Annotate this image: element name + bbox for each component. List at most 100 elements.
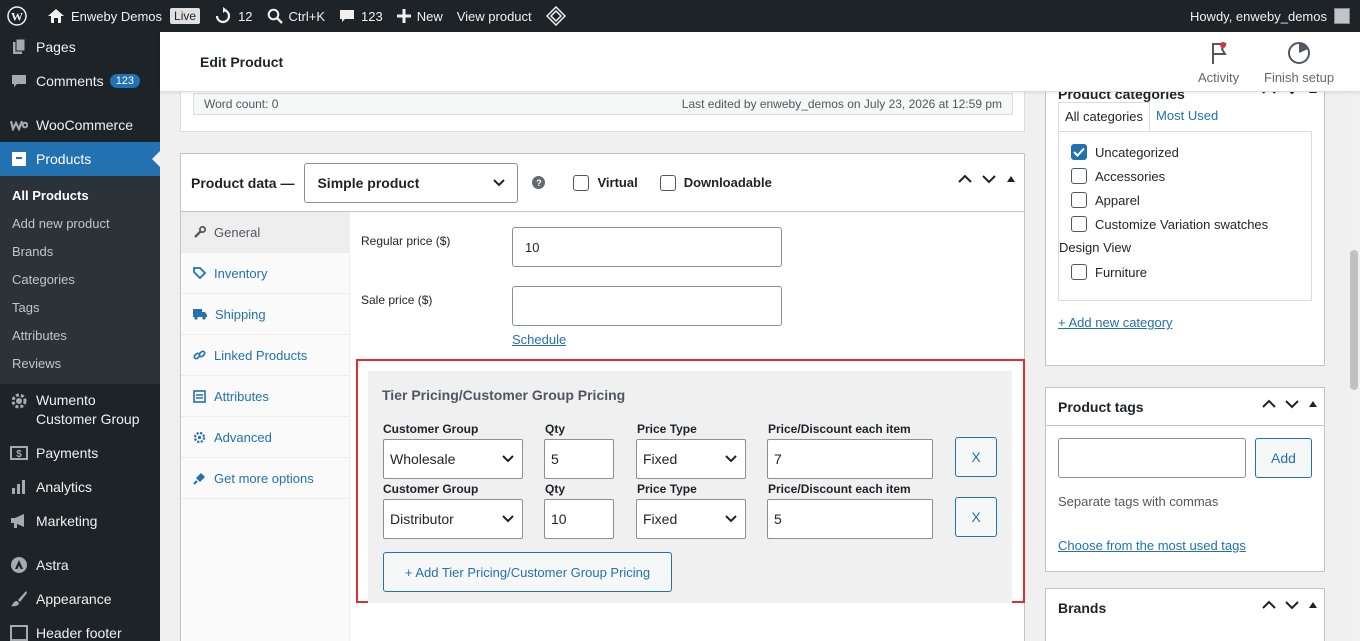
price-type-label: Price Type [637, 482, 697, 496]
tab-get-more-options[interactable]: Get more options [181, 458, 349, 499]
updates-link[interactable]: 12 [207, 0, 259, 32]
virtual-checkbox[interactable]: Virtual [573, 174, 638, 191]
product-data-tabs: General Inventory Shipping Linked Produc… [181, 212, 350, 641]
wrench-icon [194, 225, 206, 238]
new-tag-input[interactable] [1058, 438, 1246, 478]
category-item[interactable]: Customize Variation swatches [1059, 212, 1311, 236]
choose-most-used-tags-link[interactable]: Choose from the most used tags [1058, 538, 1246, 553]
scrollbar-thumb[interactable] [1350, 250, 1358, 390]
wordpress-logo-icon[interactable]: W [0, 0, 40, 32]
menu-pages[interactable]: Pages [0, 32, 160, 64]
tab-general[interactable]: General [181, 212, 349, 253]
menu-products[interactable]: Products [0, 142, 160, 176]
move-down-icon[interactable] [1285, 399, 1299, 409]
category-checkbox[interactable] [1071, 216, 1087, 232]
downloadable-checkbox-box[interactable] [659, 174, 676, 191]
customer-group-select[interactable]: Wholesale [383, 439, 523, 479]
category-checkbox[interactable] [1071, 192, 1087, 208]
regular-price-input[interactable]: 10 [512, 227, 782, 267]
collapse-toggle-icon[interactable] [1308, 92, 1318, 94]
tab-all-categories[interactable]: All categories [1058, 102, 1151, 131]
submenu-categories[interactable]: Categories [0, 266, 160, 294]
price-discount-input[interactable]: 7 [767, 439, 933, 479]
menu-marketing[interactable]: Marketing [0, 504, 160, 538]
menu-payments[interactable]: $ Payments [0, 436, 160, 470]
move-down-icon[interactable] [1285, 92, 1299, 95]
category-checkbox[interactable] [1071, 264, 1087, 280]
move-up-icon[interactable] [1262, 92, 1276, 95]
collapse-toggle-icon[interactable] [1006, 175, 1016, 183]
tab-linked-products[interactable]: Linked Products [181, 335, 349, 376]
menu-appearance[interactable]: Appearance [0, 582, 160, 616]
price-type-select[interactable]: Fixed [636, 499, 746, 539]
comments-link[interactable]: 123 [332, 0, 390, 32]
submenu-tags[interactable]: Tags [0, 294, 160, 322]
submenu-attributes[interactable]: Attributes [0, 322, 160, 350]
tab-advanced-label: Advanced [214, 429, 272, 445]
category-checkbox[interactable] [1071, 168, 1087, 184]
tab-most-used[interactable]: Most Used [1150, 102, 1224, 131]
site-name-link[interactable]: Enweby Demos Live [40, 0, 207, 32]
category-item[interactable]: Accessories [1059, 164, 1311, 188]
truck-icon [193, 309, 207, 320]
avatar[interactable] [1334, 8, 1350, 24]
qty-input[interactable]: 10 [544, 499, 614, 539]
menu-astra[interactable]: Astra [0, 548, 160, 582]
collapse-toggle-icon[interactable] [1308, 400, 1318, 408]
schedule-link[interactable]: Schedule [512, 332, 566, 347]
header-footer-icon [10, 624, 28, 641]
submenu-add-new-product[interactable]: Add new product [0, 210, 160, 238]
customer-group-value: Distributor [390, 511, 454, 527]
submenu-all-products[interactable]: All Products [0, 182, 160, 210]
menu-woocommerce[interactable]: WooCommerce [0, 108, 160, 142]
finish-setup-button[interactable]: Finish setup [1264, 40, 1334, 85]
category-tabs: All categories Most Used [1058, 102, 1224, 131]
price-discount-input[interactable]: 5 [767, 499, 933, 539]
page-scrollbar[interactable] [1348, 32, 1360, 641]
account-greeting[interactable]: Howdy, enweby_demos [1190, 9, 1327, 24]
customer-group-select[interactable]: Distributor [383, 499, 523, 539]
chevron-down-icon [725, 515, 737, 523]
remove-tier-button[interactable]: X [955, 497, 997, 537]
tab-inventory[interactable]: Inventory [181, 253, 349, 294]
submenu-reviews[interactable]: Reviews [0, 350, 160, 378]
category-item[interactable]: Furniture [1059, 260, 1311, 284]
command-palette-link[interactable]: Ctrl+K [260, 0, 332, 32]
category-checkbox[interactable] [1071, 144, 1087, 160]
add-tier-pricing-button[interactable]: + Add Tier Pricing/Customer Group Pricin… [383, 552, 672, 592]
price-type-select[interactable]: Fixed [636, 439, 746, 479]
menu-comments[interactable]: Comments 123 [0, 64, 160, 98]
menu-analytics[interactable]: Analytics [0, 470, 160, 504]
sale-price-input[interactable] [512, 286, 782, 326]
editor-status-bar: Word count: 0 Last edited by enweby_demo… [193, 93, 1013, 115]
help-icon[interactable]: ? [532, 176, 546, 189]
virtual-label: Virtual [597, 175, 638, 190]
tab-attributes[interactable]: Attributes [181, 376, 349, 417]
move-down-icon[interactable] [1285, 600, 1299, 610]
move-up-icon[interactable] [1262, 600, 1276, 610]
add-new-category-link[interactable]: + Add new category [1058, 315, 1173, 330]
menu-wumento-customer-group[interactable]: Wumento Customer Group [0, 384, 160, 436]
category-item[interactable]: Uncategorized [1059, 140, 1311, 164]
remove-tier-button[interactable]: X [955, 437, 997, 477]
move-up-icon[interactable] [1262, 399, 1276, 409]
downloadable-checkbox[interactable]: Downloadable [659, 174, 772, 191]
tab-shipping[interactable]: Shipping [181, 294, 349, 335]
move-up-icon[interactable] [958, 174, 972, 184]
submenu-brands[interactable]: Brands [0, 238, 160, 266]
add-tag-button[interactable]: Add [1255, 438, 1312, 478]
product-type-select[interactable]: Simple product [304, 162, 519, 203]
category-item[interactable]: Apparel [1059, 188, 1311, 212]
activity-button[interactable]: Activity [1198, 40, 1239, 85]
tab-advanced[interactable]: Advanced [181, 417, 349, 458]
product-data-header: Product data — Simple product ? Virtual … [181, 154, 1024, 212]
price-discount-label: Price/Discount each item [768, 482, 911, 496]
menu-header-footer[interactable]: Header footer [0, 616, 160, 641]
diamond-icon[interactable] [539, 0, 579, 32]
qty-input[interactable]: 5 [544, 439, 614, 479]
view-product-link[interactable]: View product [450, 0, 539, 32]
move-down-icon[interactable] [982, 174, 996, 184]
collapse-toggle-icon[interactable] [1308, 601, 1318, 609]
virtual-checkbox-box[interactable] [573, 174, 590, 191]
new-content-link[interactable]: New [390, 0, 450, 32]
